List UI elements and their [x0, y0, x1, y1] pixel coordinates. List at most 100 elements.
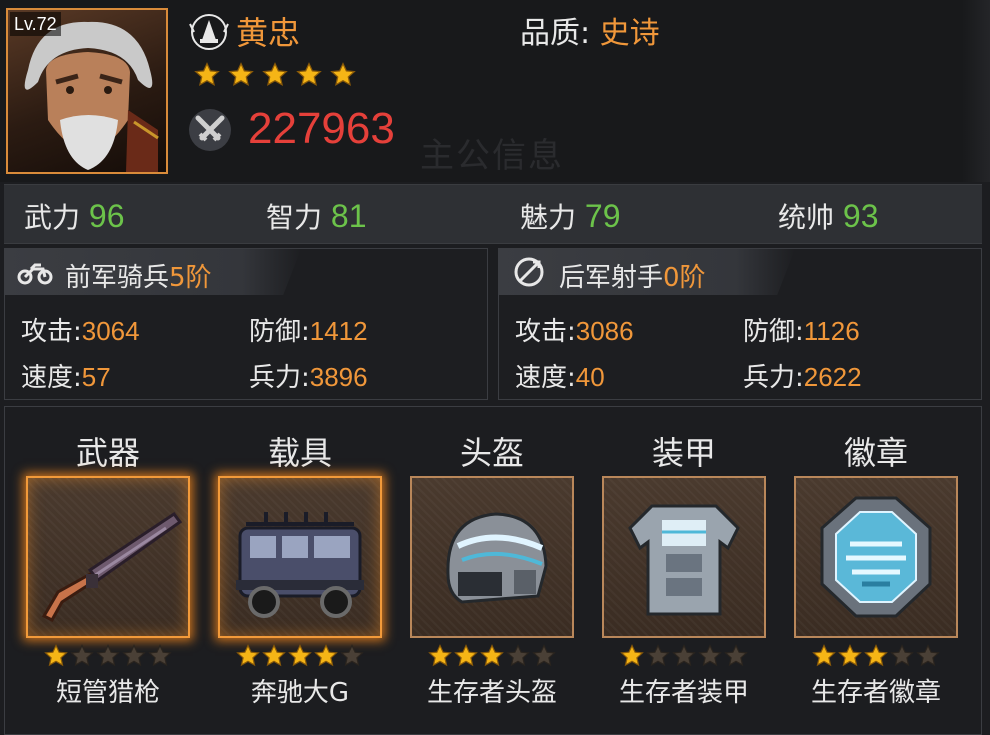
- attr-label: 魅力: [520, 201, 577, 234]
- star-filled-icon: [288, 644, 312, 667]
- stat-value: 1412: [309, 316, 368, 346]
- star-empty-icon: [148, 644, 172, 667]
- stat-label: 兵力:: [249, 363, 310, 393]
- equip-name: 生存者头盔: [426, 678, 557, 708]
- stat-label: 兵力:: [743, 363, 804, 393]
- troop-defense: 防御:1412: [249, 311, 368, 348]
- slot-label-weapon: 武器: [75, 434, 140, 472]
- slot-stars: [218, 644, 382, 668]
- star-filled-icon: [812, 644, 836, 667]
- hero-star-icon: [228, 62, 254, 87]
- attr-value: 96: [88, 198, 125, 234]
- star-empty-icon: [506, 644, 530, 667]
- troop-name: 前军骑兵: [65, 263, 170, 293]
- attr-charisma: 魅力 79: [520, 196, 621, 236]
- attr-value: 79: [584, 198, 621, 234]
- star-filled-icon: [838, 644, 862, 667]
- troop-attack: 攻击:3064: [21, 311, 140, 348]
- stat-value: 2622: [803, 362, 862, 392]
- star-filled-icon: [454, 644, 478, 667]
- slot-label-helmet: 头盔: [459, 434, 524, 472]
- stat-value: 3086: [575, 316, 634, 346]
- attr-label: 智力: [266, 201, 323, 234]
- stat-value: 1126: [803, 316, 860, 346]
- troop-strength: 兵力:3896: [249, 357, 368, 394]
- star-filled-icon: [428, 644, 452, 667]
- equip-slot-helmet[interactable]: [410, 476, 574, 638]
- stat-value: 57: [81, 362, 111, 392]
- shotgun-icon: [41, 511, 182, 622]
- equip-slot-armor[interactable]: [602, 476, 766, 638]
- star-filled-icon: [864, 644, 888, 667]
- stat-value: 3064: [81, 316, 140, 346]
- hero-level: Lv.72: [10, 12, 61, 36]
- watermark-text: 主公信息: [420, 136, 564, 176]
- quality-row: 品质: 史诗: [520, 8, 660, 52]
- slot-stars: [410, 644, 574, 668]
- stat-label: 防御:: [249, 317, 310, 347]
- hero-star-icon: [194, 62, 220, 87]
- star-empty-icon: [698, 644, 722, 667]
- star-empty-icon: [916, 644, 940, 667]
- star-empty-icon: [724, 644, 748, 667]
- troop-tier: 0阶: [663, 263, 706, 293]
- hero-star-icon: [296, 62, 322, 87]
- star-filled-icon: [262, 644, 286, 667]
- suv-icon: [236, 512, 364, 618]
- troop-strength: 兵力:2622: [743, 357, 862, 394]
- stat-label: 攻击:: [21, 317, 82, 347]
- star-filled-icon: [314, 644, 338, 667]
- troop-tier: 5阶: [169, 263, 212, 293]
- hero-star-icon: [262, 62, 288, 87]
- stat-value: 40: [575, 362, 605, 392]
- star-empty-icon: [70, 644, 94, 667]
- rank-emblem-icon: [189, 14, 229, 50]
- attr-value: 81: [330, 198, 367, 234]
- attr-command: 统帅 93: [778, 196, 879, 236]
- attr-label: 统帅: [778, 201, 835, 234]
- star-filled-icon: [480, 644, 504, 667]
- attr-label: 武力: [24, 201, 81, 234]
- troop-speed: 速度:57: [21, 357, 111, 394]
- equip-slot-weapon[interactable]: [26, 476, 190, 638]
- stat-value: 3896: [309, 362, 368, 392]
- troop-attack: 攻击:3086: [515, 311, 634, 348]
- crossed-swords-icon: [189, 109, 231, 151]
- equip-slot-badge[interactable]: [794, 476, 958, 638]
- troop-name: 后军射手: [559, 263, 664, 293]
- star-empty-icon: [96, 644, 120, 667]
- stat-label: 速度:: [21, 363, 82, 393]
- star-empty-icon: [532, 644, 556, 667]
- star-filled-icon: [236, 644, 260, 667]
- archer-icon: [514, 257, 544, 287]
- star-empty-icon: [122, 644, 146, 667]
- equip-name: 生存者徽章: [810, 678, 941, 708]
- troop-title: 前军骑兵5阶: [65, 257, 212, 294]
- stat-label: 防御:: [743, 317, 804, 347]
- equip-name: 奔驰大G: [250, 678, 350, 708]
- slot-stars: [26, 644, 190, 668]
- stat-label: 攻击:: [515, 317, 576, 347]
- star-filled-icon: [44, 644, 68, 667]
- equip-name: 短管猎枪: [55, 678, 160, 708]
- troop-panel-rear: 后军射手0阶 攻击:3086 防御:1126 速度:40 兵力:2622: [498, 248, 982, 400]
- hero-star-icon: [330, 62, 356, 87]
- star-empty-icon: [890, 644, 914, 667]
- equip-name: 生存者装甲: [618, 678, 749, 708]
- header-edge: [962, 0, 990, 182]
- combat-power: 227963: [248, 104, 395, 153]
- troop-speed: 速度:40: [515, 357, 605, 394]
- attr-intellect: 智力 81: [266, 196, 367, 236]
- slot-stars: [602, 644, 766, 668]
- helmet-icon: [446, 512, 548, 604]
- hero-stars: [194, 62, 364, 88]
- star-empty-icon: [340, 644, 364, 667]
- armor-icon: [628, 504, 740, 616]
- slot-label-vehicle: 载具: [267, 434, 332, 472]
- star-filled-icon: [620, 644, 644, 667]
- troop-defense: 防御:1126: [743, 311, 860, 348]
- badge-icon: [820, 496, 932, 618]
- equip-slot-vehicle[interactable]: [218, 476, 382, 638]
- stat-label: 速度:: [515, 363, 576, 393]
- quality-value: 史诗: [599, 16, 660, 51]
